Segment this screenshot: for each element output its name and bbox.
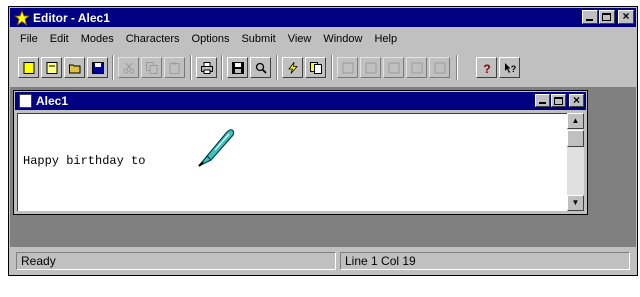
- paste-button[interactable]: [164, 57, 185, 78]
- open-folder-icon: [69, 64, 81, 74]
- title-bar[interactable]: Editor - Alec1 ×: [10, 8, 636, 27]
- context-help-icon: ?: [505, 63, 516, 74]
- tool-2-button[interactable]: [360, 57, 381, 78]
- open-button[interactable]: [64, 57, 85, 78]
- toolbar: ? ?: [10, 51, 636, 85]
- arrow-down-icon: ▼: [571, 198, 580, 207]
- find-button[interactable]: [250, 57, 271, 78]
- menu-window[interactable]: Window: [323, 33, 362, 45]
- menu-file[interactable]: File: [20, 33, 38, 45]
- maximize-icon: [554, 97, 563, 105]
- editor-window: Editor - Alec1 × File Edit Modes Charact…: [8, 6, 638, 276]
- menu-characters[interactable]: Characters: [126, 33, 180, 45]
- tool-1-button[interactable]: [337, 57, 358, 78]
- menu-options[interactable]: Options: [192, 33, 230, 45]
- scroll-up-button[interactable]: ▲: [567, 113, 584, 129]
- app-star-icon: [13, 9, 31, 26]
- doc-maximize-button[interactable]: [551, 94, 566, 107]
- tool-3-icon: [388, 62, 400, 74]
- context-help-button[interactable]: ?: [499, 57, 520, 78]
- save-button[interactable]: [87, 57, 108, 78]
- document-title-bar[interactable]: Alec1 ×: [15, 92, 586, 110]
- find-icon: [255, 62, 267, 74]
- save-as-button[interactable]: [227, 57, 248, 78]
- help-button[interactable]: ?: [476, 57, 497, 78]
- maximize-button[interactable]: [599, 10, 615, 24]
- pages-button[interactable]: [305, 57, 326, 78]
- document-window: Alec1 × Happy birthday to ▲ ▼: [13, 90, 588, 215]
- copy-icon: [146, 62, 158, 74]
- new-doc-icon: [23, 62, 35, 74]
- toolbar-separator: [276, 55, 278, 80]
- print-button[interactable]: [196, 57, 217, 78]
- text-editor[interactable]: Happy birthday to: [17, 113, 567, 211]
- menu-help[interactable]: Help: [374, 33, 397, 45]
- mdi-workspace: Alec1 × Happy birthday to ▲ ▼: [10, 87, 636, 247]
- vertical-scrollbar[interactable]: ▲ ▼: [567, 113, 584, 211]
- help-icon: ?: [483, 62, 490, 74]
- document-title: Alec1: [36, 94, 69, 108]
- menu-bar: File Edit Modes Characters Options Submi…: [10, 29, 636, 49]
- close-icon: ×: [572, 93, 580, 107]
- menu-submit[interactable]: Submit: [241, 33, 275, 45]
- toolbar-separator: [456, 55, 458, 80]
- toolbar-separator: [190, 55, 192, 80]
- minimize-icon: [539, 102, 546, 104]
- doc-minimize-button[interactable]: [535, 94, 550, 107]
- new-doc-button[interactable]: [18, 57, 39, 78]
- svg-text:?: ?: [483, 62, 490, 74]
- tool-2-icon: [365, 62, 377, 74]
- tool-4-icon: [411, 62, 423, 74]
- tool-4-button[interactable]: [406, 57, 427, 78]
- cut-icon: [123, 62, 135, 74]
- tool-5-icon: [434, 62, 446, 74]
- new-template-button[interactable]: [41, 57, 62, 78]
- lightning-button[interactable]: [282, 57, 303, 78]
- copy-button[interactable]: [141, 57, 162, 78]
- status-position: Line 1 Col 19: [340, 252, 630, 270]
- close-button[interactable]: ×: [618, 9, 634, 24]
- cut-button[interactable]: [118, 57, 139, 78]
- minimize-icon: [586, 19, 593, 21]
- document-icon: [19, 94, 32, 108]
- svg-text:?: ?: [511, 64, 516, 74]
- maximize-icon: [602, 13, 611, 21]
- new-template-icon: [46, 62, 58, 74]
- status-bar: Ready Line 1 Col 19: [10, 249, 636, 273]
- print-icon: [201, 62, 213, 74]
- window-title: Editor - Alec1: [33, 10, 110, 25]
- arrow-up-icon: ▲: [571, 116, 580, 125]
- editor-content: Happy birthday to: [23, 154, 153, 168]
- close-icon: ×: [622, 9, 630, 23]
- tool-5-button[interactable]: [429, 57, 450, 78]
- tool-1-icon: [342, 62, 354, 74]
- toolbar-separator: [112, 55, 114, 80]
- tool-3-button[interactable]: [383, 57, 404, 78]
- menu-edit[interactable]: Edit: [50, 33, 69, 45]
- quill-pen-icon: [198, 129, 235, 167]
- doc-close-button[interactable]: ×: [569, 93, 584, 107]
- toolbar-separator: [221, 55, 223, 80]
- minimize-button[interactable]: [582, 10, 598, 24]
- save-as-icon: [232, 62, 244, 74]
- scroll-thumb[interactable]: [567, 130, 584, 147]
- lightning-icon: [288, 62, 298, 74]
- menu-modes[interactable]: Modes: [81, 33, 114, 45]
- toolbar-separator: [331, 55, 333, 80]
- paste-icon: [169, 62, 180, 74]
- menu-view[interactable]: View: [288, 33, 312, 45]
- save-disk-icon: [92, 62, 104, 74]
- status-message: Ready: [16, 252, 336, 270]
- pages-icon: [310, 62, 322, 74]
- scroll-down-button[interactable]: ▼: [567, 195, 584, 211]
